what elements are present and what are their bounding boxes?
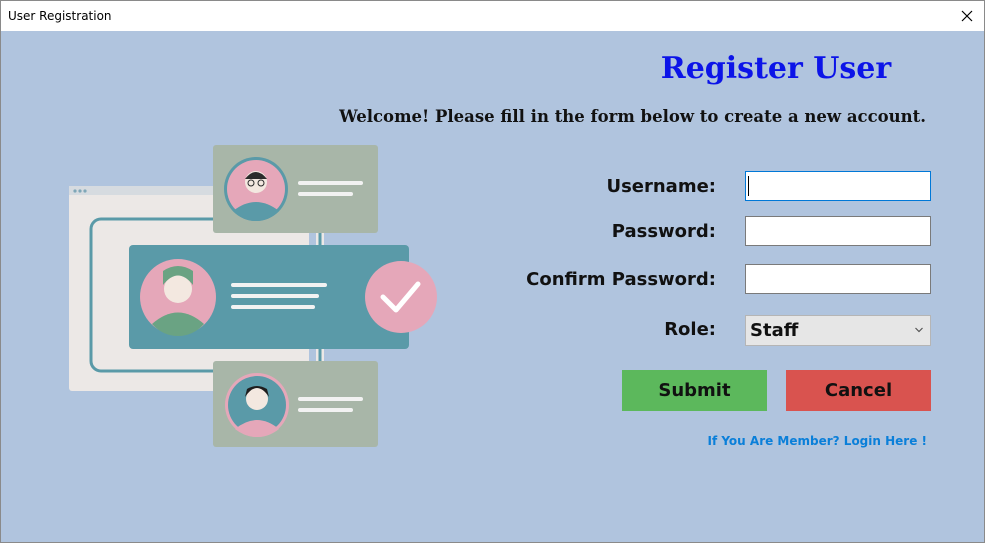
role-selected-value: Staff bbox=[750, 320, 799, 341]
password-input[interactable] bbox=[745, 216, 931, 246]
user-profiles-illustration bbox=[69, 145, 437, 447]
form-area: Register User Welcome! Please fill in th… bbox=[1, 31, 984, 542]
window-title: User Registration bbox=[8, 9, 112, 23]
chevron-down-icon bbox=[915, 327, 923, 333]
username-input[interactable] bbox=[745, 171, 931, 201]
role-label: Role: bbox=[664, 319, 716, 340]
close-button[interactable] bbox=[950, 1, 984, 31]
page-title: Register User bbox=[660, 51, 892, 86]
welcome-text: Welcome! Please fill in the form below t… bbox=[339, 107, 926, 126]
role-select[interactable]: Staff bbox=[745, 315, 931, 346]
registration-window: User Registration Register User Welcome!… bbox=[0, 0, 985, 543]
text-caret bbox=[748, 176, 749, 196]
password-label: Password: bbox=[611, 221, 716, 242]
confirm-password-input[interactable] bbox=[745, 264, 931, 294]
login-link[interactable]: If You Are Member? Login Here ! bbox=[707, 434, 927, 448]
submit-button[interactable]: Submit bbox=[622, 370, 767, 411]
username-label: Username: bbox=[606, 176, 716, 197]
confirm-password-label: Confirm Password: bbox=[526, 269, 716, 290]
title-bar: User Registration bbox=[1, 1, 984, 31]
cancel-button[interactable]: Cancel bbox=[786, 370, 931, 411]
close-icon bbox=[961, 10, 973, 22]
